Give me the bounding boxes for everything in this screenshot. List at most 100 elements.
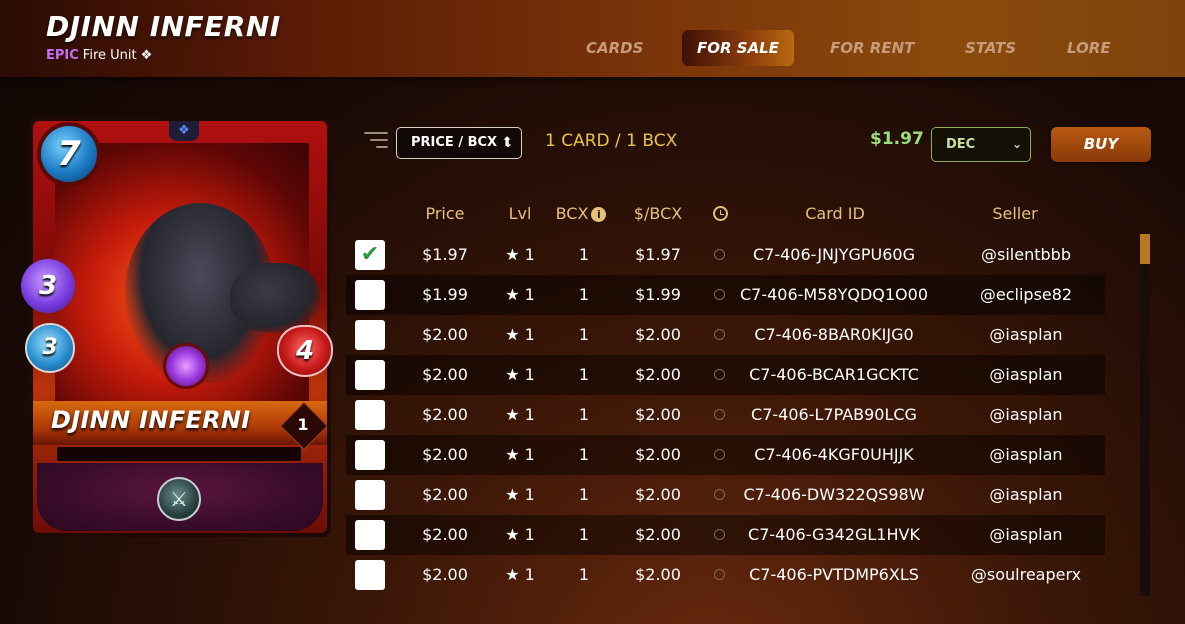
tab-lore[interactable]: LORE xyxy=(1052,30,1126,66)
cell-bcx: 1 xyxy=(578,485,590,504)
header-bcx-label: BCX xyxy=(555,204,589,223)
cell-seller[interactable]: @iasplan xyxy=(946,475,1106,515)
tab-stats[interactable]: STATS xyxy=(950,30,1031,66)
cell-card-id[interactable]: C7-406-DW322QS98W xyxy=(734,475,934,515)
sort-select[interactable]: PRICE / BCX ⬆ ⌄ xyxy=(396,127,522,159)
cell-card-id[interactable]: C7-406-4KGF0UHJJK xyxy=(734,435,934,475)
cell-card-id[interactable]: C7-406-JNJYGPU60G xyxy=(734,235,934,275)
row-checkbox[interactable] xyxy=(355,440,385,470)
cell-bcx: 1 xyxy=(578,245,590,264)
cell-bcx: 1 xyxy=(578,325,590,344)
rarity-label: EPIC xyxy=(46,48,79,63)
cell-card-id[interactable]: C7-406-L7PAB90LCG xyxy=(734,395,934,435)
cell-lvl: ★ 1 xyxy=(505,525,535,544)
clock-icon xyxy=(714,369,725,380)
row-checkbox[interactable] xyxy=(355,400,385,430)
table-row[interactable]: $2.00 ★ 1 1 $2.00 C7-406-8BAR0KIJG0 @iasplan xyxy=(346,315,1105,355)
health-stat: 4 xyxy=(277,325,333,377)
table-row[interactable]: $2.00 ★ 1 1 $2.00 C7-406-4KGF0UHJJK @iasplan xyxy=(346,435,1105,475)
cell-lvl: ★ 1 xyxy=(505,325,535,344)
cell-bcx: 1 xyxy=(578,445,590,464)
clock-icon xyxy=(714,249,725,260)
cell-seller[interactable]: @eclipse82 xyxy=(946,275,1106,315)
cell-per-bcx: $2.00 xyxy=(635,365,681,384)
cell-lvl: ★ 1 xyxy=(505,485,535,504)
header-per-bcx[interactable]: $/BCX xyxy=(628,204,688,223)
cell-price: $2.00 xyxy=(422,445,468,464)
cell-price: $2.00 xyxy=(422,485,468,504)
row-checkbox[interactable] xyxy=(355,560,385,590)
header-card-id[interactable]: Card ID xyxy=(780,204,890,223)
table-row[interactable]: $2.00 ★ 1 1 $2.00 C7-406-L7PAB90LCG @iasplan xyxy=(346,395,1105,435)
row-checkbox[interactable] xyxy=(355,360,385,390)
header-seller[interactable]: Seller xyxy=(980,204,1050,223)
info-icon[interactable]: i xyxy=(591,207,607,222)
table-row[interactable]: $2.00 ★ 1 1 $2.00 C7-406-BCAR1GCKTC @iasplan xyxy=(346,355,1105,395)
card-level: 1 xyxy=(297,415,309,434)
filter-icon[interactable] xyxy=(364,132,388,154)
table-row[interactable]: $1.99 ★ 1 1 $1.99 C7-406-M58YQDQ1O00 @eclipse… xyxy=(346,275,1105,315)
selection-count: 1 CARD / 1 BCX xyxy=(545,131,678,151)
header-time[interactable] xyxy=(710,206,730,225)
currency-select[interactable]: DEC ⌄ xyxy=(931,127,1031,162)
cell-seller[interactable]: @silentbbb xyxy=(946,235,1106,275)
cell-price: $2.00 xyxy=(422,365,468,384)
cell-seller[interactable]: @iasplan xyxy=(946,315,1106,355)
cell-per-bcx: $2.00 xyxy=(635,325,681,344)
cell-bcx: 1 xyxy=(578,285,590,304)
tab-cards[interactable]: CARDS xyxy=(571,30,658,66)
cell-seller[interactable]: @iasplan xyxy=(946,395,1106,435)
page-title: DJINN INFERNI xyxy=(46,10,281,43)
cell-price: $2.00 xyxy=(422,325,468,344)
scrollbar[interactable] xyxy=(1140,234,1150,596)
table-row[interactable]: $2.00 ★ 1 1 $2.00 C7-406-DW322QS98W @iasplan xyxy=(346,475,1105,515)
clock-icon xyxy=(714,449,725,460)
page-header: DJINN INFERNI EPIC Fire Unit ❖ CARDS FOR S… xyxy=(0,0,1185,77)
cell-per-bcx: $1.97 xyxy=(635,245,681,264)
cell-seller[interactable]: @soulreaperx xyxy=(946,555,1106,595)
row-checkbox[interactable] xyxy=(355,520,385,550)
cell-price: $1.99 xyxy=(422,285,468,304)
magic-gem-icon xyxy=(163,343,209,389)
table-row[interactable]: $2.00 ★ 1 1 $2.00 C7-406-PVTDMP6XLS @soulreap… xyxy=(346,555,1105,595)
row-checkbox[interactable] xyxy=(355,280,385,310)
cell-lvl: ★ 1 xyxy=(505,405,535,424)
scrollbar-thumb[interactable] xyxy=(1140,234,1150,264)
currency-select-value: DEC xyxy=(946,137,976,152)
cell-seller[interactable]: @iasplan xyxy=(946,435,1106,475)
row-checkbox[interactable] xyxy=(355,480,385,510)
cell-lvl: ★ 1 xyxy=(505,285,535,304)
tab-for-rent[interactable]: FOR RENT xyxy=(815,30,929,66)
cell-card-id[interactable]: C7-406-PVTDMP6XLS xyxy=(734,555,934,595)
sort-select-value: PRICE / BCX ⬆ xyxy=(411,135,513,150)
edition-badge-icon: ❖ xyxy=(169,121,199,141)
buy-button[interactable]: BUY xyxy=(1051,127,1151,162)
row-checkbox[interactable] xyxy=(355,320,385,350)
header-price[interactable]: Price xyxy=(420,204,470,223)
cell-price: $1.97 xyxy=(422,245,468,264)
cell-card-id[interactable]: C7-406-8BAR0KIJG0 xyxy=(734,315,934,355)
cell-per-bcx: $2.00 xyxy=(635,485,681,504)
clock-icon xyxy=(714,529,725,540)
table-row[interactable]: $2.00 ★ 1 1 $2.00 C7-406-G342GL1HVK @iasplan xyxy=(346,515,1105,555)
cell-per-bcx: $2.00 xyxy=(635,405,681,424)
cell-bcx: 1 xyxy=(578,365,590,384)
cell-lvl: ★ 1 xyxy=(505,445,535,464)
cell-card-id[interactable]: C7-406-M58YQDQ1O00 xyxy=(734,275,934,315)
cell-per-bcx: $1.99 xyxy=(635,285,681,304)
magic-attack-stat: 3 xyxy=(21,259,75,313)
tab-for-sale[interactable]: FOR SALE xyxy=(682,30,794,66)
cell-seller[interactable]: @iasplan xyxy=(946,515,1106,555)
header-lvl[interactable]: Lvl xyxy=(500,204,540,223)
clock-icon xyxy=(714,289,725,300)
cell-card-id[interactable]: C7-406-BCAR1GCKTC xyxy=(734,355,934,395)
cell-bcx: 1 xyxy=(578,525,590,544)
cell-lvl: ★ 1 xyxy=(505,245,535,264)
cell-price: $2.00 xyxy=(422,405,468,424)
table-row[interactable]: ✔ $1.97 ★ 1 1 $1.97 C7-406-JNJYGPU60G @silentb… xyxy=(346,235,1105,275)
cell-seller[interactable]: @iasplan xyxy=(946,355,1106,395)
header-bcx[interactable]: BCX i xyxy=(553,204,609,223)
cell-bcx: 1 xyxy=(578,405,590,424)
row-checkbox[interactable]: ✔ xyxy=(355,240,385,270)
cell-card-id[interactable]: C7-406-G342GL1HVK xyxy=(734,515,934,555)
